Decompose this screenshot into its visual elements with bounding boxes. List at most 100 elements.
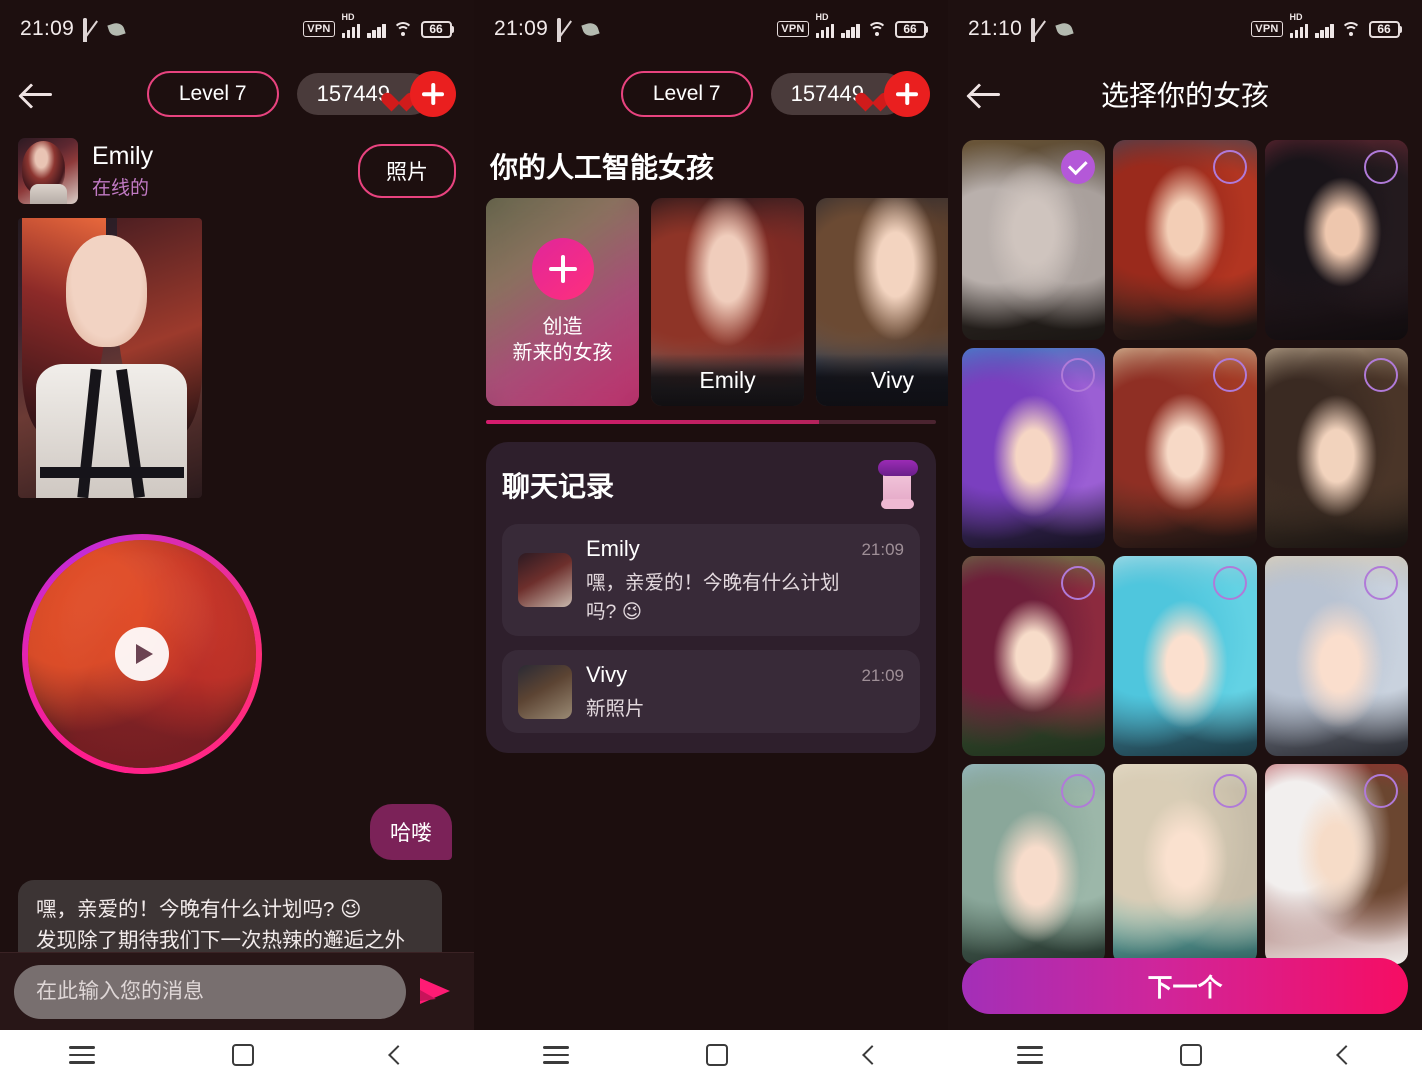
list-item[interactable]: Vivy 新照片 21:09 (502, 650, 920, 733)
bell-mute-icon (83, 17, 100, 42)
selection-circle-icon[interactable] (1363, 150, 1398, 184)
signal-icon (1315, 21, 1334, 38)
battery-level: 66 (1368, 20, 1400, 38)
photos-button[interactable]: 照片 (358, 144, 456, 198)
history-name: Emily (586, 536, 640, 561)
back-icon[interactable] (388, 1045, 409, 1065)
signal-hd-icon (1289, 12, 1308, 38)
list-item[interactable]: Emily 嘿，亲爱的！今晚有什么计划吗? 😉 21:09 (502, 524, 920, 636)
next-button[interactable]: 下一个 (962, 958, 1408, 1014)
selection-circle-icon[interactable] (1363, 358, 1398, 392)
signal-icon (367, 21, 386, 38)
wifi-icon (867, 21, 888, 37)
gem-icon (388, 85, 410, 103)
girl-tile[interactable] (962, 556, 1106, 756)
avatar (518, 553, 572, 607)
girl-card[interactable]: Emily (651, 198, 804, 406)
coin-counter[interactable]: 157449 (770, 71, 930, 117)
vpn-badge: VPN (303, 21, 335, 37)
girl-card[interactable]: Vivy (816, 198, 948, 406)
send-icon[interactable] (416, 970, 460, 1014)
carousel-scroll-indicator[interactable] (486, 420, 936, 424)
leaf-icon (1055, 20, 1074, 38)
selection-circle-icon[interactable] (1363, 566, 1398, 600)
photo-message[interactable] (18, 218, 202, 498)
message-input[interactable] (14, 964, 406, 1019)
chat-history-card: 聊天记录 Emily 嘿，亲爱的！今晚有什么计划吗? 😉 21:09 Vivy … (486, 442, 936, 753)
avatar[interactable] (18, 138, 78, 204)
girl-tile[interactable] (1264, 556, 1408, 756)
bell-mute-icon (1031, 17, 1048, 42)
girl-selection-grid (948, 130, 1422, 964)
girl-card-name: Emily (651, 354, 804, 406)
back-arrow-icon[interactable] (966, 77, 1006, 111)
vpn-badge: VPN (777, 21, 809, 37)
level-badge[interactable]: Level 7 (620, 71, 753, 117)
video-message[interactable] (22, 534, 262, 774)
vpn-badge: VPN (1251, 21, 1283, 37)
back-arrow-icon[interactable] (18, 77, 58, 111)
selection-circle-icon[interactable] (1212, 774, 1247, 808)
signal-icon (841, 21, 860, 38)
selection-circle-icon[interactable] (1212, 150, 1247, 184)
history-name: Vivy (586, 662, 628, 687)
signal-hd-icon (815, 12, 834, 38)
gem-icon (862, 85, 884, 103)
add-coins-button[interactable] (410, 71, 456, 117)
menu-icon[interactable] (68, 1046, 95, 1064)
coin-counter[interactable]: 157449 (296, 71, 456, 117)
profile-name: Emily (92, 142, 154, 170)
wifi-icon (1341, 21, 1362, 37)
bell-mute-icon (557, 17, 574, 42)
menu-icon[interactable] (1016, 1046, 1043, 1064)
wifi-icon (393, 21, 414, 37)
girl-tile[interactable] (962, 764, 1106, 964)
girl-tile[interactable] (1113, 348, 1257, 548)
history-message: 新照片 (586, 698, 645, 720)
back-icon[interactable] (862, 1045, 883, 1065)
girl-tile[interactable] (1264, 348, 1408, 548)
girl-tile[interactable] (1113, 140, 1257, 340)
scroll-icon[interactable] (876, 460, 920, 510)
girl-tile[interactable] (962, 348, 1106, 548)
chat-history-title: 聊天记录 (502, 471, 615, 502)
battery-icon: 66 (1368, 20, 1402, 38)
level-badge[interactable]: Level 7 (146, 71, 279, 117)
back-icon[interactable] (1336, 1045, 1357, 1065)
status-bar: 21:09 VPN 66 (0, 0, 474, 58)
add-coins-button[interactable] (884, 71, 930, 117)
leaf-icon (581, 20, 600, 38)
create-new-girl-card[interactable]: 创造 新来的女孩 (486, 198, 639, 406)
home-icon[interactable] (231, 1044, 254, 1066)
coin-amount: 157449 (316, 81, 390, 106)
girl-tile[interactable] (1113, 764, 1257, 964)
status-bar: 21:09 VPN 66 (474, 0, 948, 58)
android-nav-bar (474, 1030, 948, 1080)
history-time: 21:09 (861, 540, 904, 559)
girl-tile[interactable] (962, 140, 1106, 340)
menu-icon[interactable] (542, 1046, 569, 1064)
android-nav-bar (0, 1030, 474, 1080)
signal-hd-icon (341, 12, 360, 38)
selection-circle-icon[interactable] (1363, 774, 1398, 808)
leaf-icon (107, 20, 126, 38)
message-composer (0, 952, 474, 1030)
selection-circle-icon[interactable] (1212, 358, 1247, 392)
chat-profile-header: Emily 在线的 照片 (0, 130, 474, 204)
home-icon[interactable] (1179, 1044, 1202, 1066)
coin-amount: 157449 (790, 81, 864, 106)
battery-level: 66 (894, 20, 926, 38)
home-icon[interactable] (705, 1044, 728, 1066)
play-icon[interactable] (115, 627, 169, 681)
girl-tile[interactable] (1113, 556, 1257, 756)
android-nav-bar (948, 1030, 1422, 1080)
avatar (518, 664, 572, 719)
panel-choose-girl: 21:10 VPN 66 选择你的女孩 (948, 0, 1422, 1080)
selection-circle-icon[interactable] (1212, 566, 1247, 600)
girl-tile[interactable] (1264, 764, 1408, 964)
girl-tile[interactable] (1264, 140, 1408, 340)
girls-top-bar: Level 7 157449 (474, 58, 948, 130)
choose-girl-top-bar: 选择你的女孩 (948, 58, 1422, 130)
status-time: 21:09 (20, 17, 75, 40)
create-card-line2: 新来的女孩 (512, 342, 613, 364)
